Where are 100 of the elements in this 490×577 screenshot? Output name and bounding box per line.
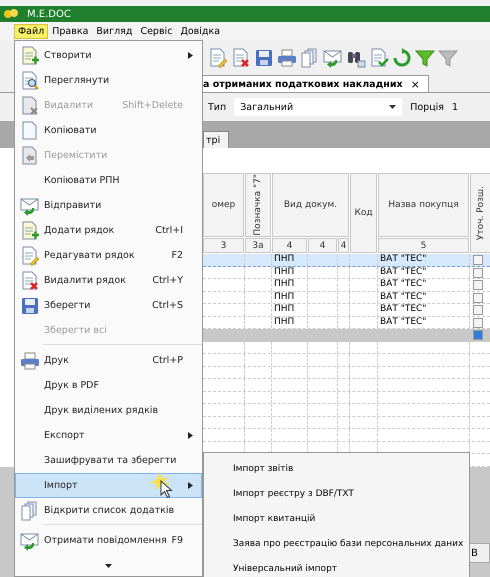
menu-bar-item[interactable]: Файл: [14, 24, 48, 38]
table-cell: ВАТ "ТЕС": [378, 304, 470, 316]
column-header: Код: [350, 173, 377, 253]
table-cell: ПНП: [272, 279, 308, 290]
menu-bar-item[interactable]: Правка: [48, 24, 92, 38]
table-row[interactable]: ПНП ВАТ "ТЕС": [203, 266, 490, 279]
column-header: омер: [203, 173, 244, 237]
table-cell: ВАТ "ТЕС": [378, 292, 470, 303]
document-pencil-icon[interactable]: [208, 48, 228, 68]
document-pencil-icon: [20, 246, 40, 266]
menu-bar-item[interactable]: Довідка: [176, 24, 224, 38]
shortcut-label: Ctrl+I: [155, 225, 183, 236]
menu-item[interactable]: Створити: [15, 43, 202, 68]
column-number: 4: [308, 238, 337, 253]
document-cross-icon: [20, 270, 40, 290]
table-row[interactable]: ПНП ВАТ "ТЕС": [203, 279, 490, 292]
type-label: Тип: [208, 102, 226, 112]
menu-item[interactable]: Додати рядок Ctrl+I: [15, 218, 202, 243]
document-plus-icon: [20, 220, 40, 240]
shortcut-label: Shift+Delete: [122, 100, 183, 111]
table-row[interactable]: ПНП ВАТ "ТЕС": [203, 304, 490, 316]
document-tab[interactable]: а отриманих податкових накладних ×: [203, 75, 429, 92]
column-number: 4: [272, 238, 307, 253]
menu-item[interactable]: Заява про реєстрацію бази персональних даних: [204, 531, 469, 556]
checkbox[interactable]: [473, 318, 483, 328]
document-cross-icon[interactable]: [231, 48, 251, 68]
sub-tab[interactable]: трі: [203, 131, 230, 148]
menu-item[interactable]: Відкрити список додатків: [15, 498, 202, 523]
column-number: 4: [338, 238, 349, 253]
table-cell: ПНП: [272, 266, 308, 278]
scroll-down-icon[interactable]: [105, 564, 112, 568]
document-magnifier-icon: [20, 70, 40, 90]
menu-item[interactable]: Імпорт реєстру з DBF/TXT: [204, 481, 469, 506]
document-plus-icon: [20, 46, 40, 66]
table-cell: ПНП: [272, 254, 308, 266]
type-dropdown[interactable]: Загальний: [234, 98, 402, 116]
menu-item[interactable]: Копіювати РПН: [15, 168, 202, 193]
table-cell: ПНП: [272, 304, 308, 316]
menu-item[interactable]: Експорт: [15, 423, 202, 448]
window-title: M.E.DOC: [27, 8, 71, 20]
table-row[interactable]: ПНП ВАТ "ТЕС": [203, 254, 490, 266]
menu-item[interactable]: Отримати повідомлення F9: [15, 528, 202, 553]
menu-item[interactable]: Імпорт квитанцій: [204, 506, 469, 531]
table-cell: ВАТ "ТЕС": [378, 316, 470, 328]
table-cell: ВАТ "ТЕС": [378, 254, 470, 266]
checkbox[interactable]: [473, 268, 483, 278]
checkbox[interactable]: [473, 255, 483, 265]
menu-item[interactable]: Видалити рядок Ctrl+Y: [15, 268, 202, 293]
document-cross-icon: [20, 96, 40, 116]
table-cell: ВАТ "ТЕС": [378, 279, 470, 290]
table-cell: ВАТ "ТЕС": [378, 266, 470, 278]
column-number: 5: [378, 238, 469, 253]
shortcut-label: Ctrl+P: [152, 355, 183, 366]
close-button[interactable]: ×: [410, 78, 420, 90]
funnel-icon[interactable]: [415, 48, 435, 68]
table-cell: ПНП: [272, 316, 308, 328]
column-header: Назва покупця: [378, 173, 469, 237]
envelope-arrow-icon[interactable]: [323, 48, 343, 68]
funnel-icon[interactable]: [438, 48, 458, 68]
shortcut-label: F9: [171, 535, 183, 546]
document-check-icon[interactable]: [369, 48, 389, 68]
menu-item[interactable]: Копіювати: [15, 118, 202, 143]
submenu-arrow-icon: [188, 482, 193, 489]
menu-item[interactable]: Зашифрувати та зберегти: [15, 448, 202, 473]
menu-item[interactable]: Зберегти Ctrl+S: [15, 293, 202, 318]
menu-item[interactable]: Відправити: [15, 193, 202, 218]
printer-icon[interactable]: [277, 48, 297, 68]
menu-item[interactable]: Редагувати рядок F2: [15, 243, 202, 268]
menu-item[interactable]: Друк Ctrl+P: [15, 348, 202, 373]
menu-item[interactable]: Друк в PDF: [15, 373, 202, 398]
checkbox[interactable]: [473, 330, 483, 340]
menu-item[interactable]: Друк виділених рядків: [15, 398, 202, 423]
printer-icon: [20, 350, 40, 370]
checkbox[interactable]: [473, 292, 483, 302]
envelope-arrow-icon: [20, 196, 40, 216]
table-row[interactable]: ПНП ВАТ "ТЕС": [203, 292, 490, 304]
menu-bar-item[interactable]: Вигляд: [92, 24, 136, 38]
logo-icon: [3, 8, 19, 20]
column-header: Позначка "7": [245, 173, 271, 237]
menu-item[interactable]: Переглянути: [15, 68, 202, 93]
shortcut-label: Ctrl+S: [152, 300, 183, 311]
shortcut-label: F2: [171, 250, 183, 261]
table-row[interactable]: ПНП ВАТ "ТЕС": [203, 316, 490, 329]
column-header: Уточ. Розш.: [470, 173, 490, 253]
dropdown-caret-icon: [389, 105, 396, 109]
column-header: Вид докум.: [272, 173, 349, 237]
checkbox[interactable]: [473, 280, 483, 290]
menu-bar-item[interactable]: Сервіс: [136, 24, 176, 38]
shortcut-label: Ctrl+Y: [152, 275, 183, 286]
menu-item[interactable]: Імпорт: [15, 473, 202, 498]
envelope-arrow-icon: [20, 530, 40, 550]
menu-item[interactable]: Універсальний імпорт: [204, 556, 469, 577]
checkbox[interactable]: [473, 305, 483, 315]
table-cell: ПНП: [272, 292, 308, 303]
column-number: 3а: [245, 238, 271, 253]
portion-label: Порція: [410, 102, 444, 112]
menu-item[interactable]: Імпорт звітів: [204, 456, 469, 481]
submenu-arrow-icon: [188, 432, 193, 439]
refresh-icon[interactable]: [392, 48, 412, 68]
portion-field[interactable]: 1: [452, 102, 458, 112]
